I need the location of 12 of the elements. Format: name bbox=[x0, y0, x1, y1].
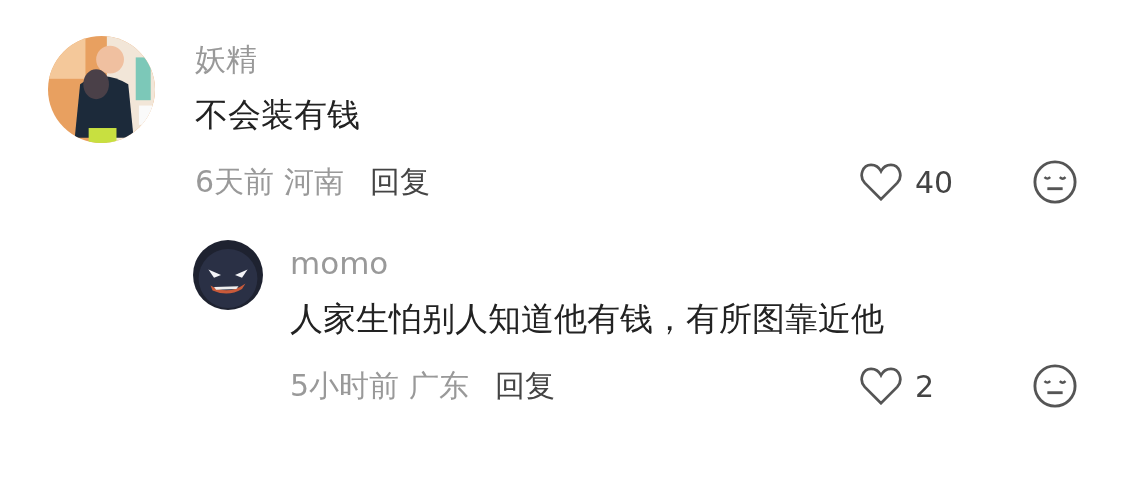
reply-button[interactable]: 回复 bbox=[369, 161, 430, 203]
like-count: 2 bbox=[915, 368, 936, 404]
comment-meta: 6天前 河南 bbox=[195, 162, 344, 201]
heart-icon[interactable] bbox=[859, 367, 903, 405]
reply-button[interactable]: 回复 bbox=[494, 365, 555, 407]
comment-text: 不会装有钱 bbox=[195, 94, 361, 136]
comment-meta: 5小时前 广东 bbox=[290, 366, 469, 405]
heart-icon[interactable] bbox=[859, 163, 903, 201]
face-icon[interactable] bbox=[1033, 160, 1077, 204]
comment-text: 人家生怕别人知道他有钱，有所图靠近他 bbox=[290, 298, 885, 340]
face-icon[interactable] bbox=[1033, 364, 1077, 408]
like-count: 40 bbox=[915, 164, 955, 200]
